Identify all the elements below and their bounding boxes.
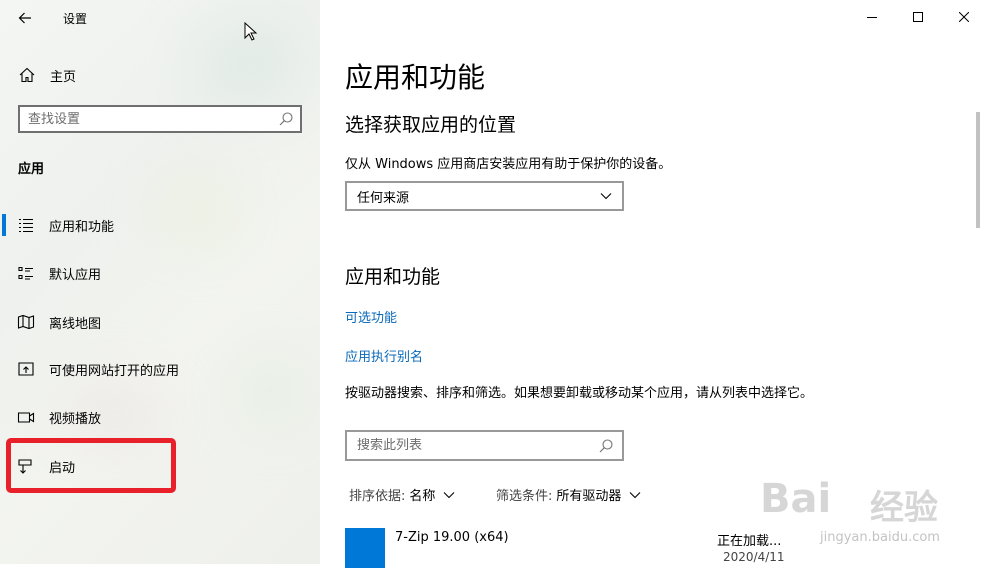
main-content: 应用和功能 选择获取应用的位置 仅从 Windows 应用商店安装应用有助于保护… [320, 0, 988, 568]
page-title: 应用和功能 [345, 61, 486, 94]
sidebar-item-home[interactable]: 主页 [0, 60, 320, 90]
optional-features-link[interactable]: 可选功能 [345, 307, 397, 326]
sort-key: 排序依据: [349, 489, 406, 504]
apps-description: 按驱动器搜索、排序和筛选。如果想要卸载或移动某个应用，请从列表中选择它。 [345, 386, 814, 401]
home-icon [19, 67, 35, 83]
app-icon [345, 528, 385, 568]
back-button[interactable] [8, 4, 42, 32]
app-list-search-box[interactable] [345, 430, 624, 461]
map-icon [17, 314, 35, 330]
sidebar-item-label: 启动 [49, 460, 76, 476]
dropdown-value: 任何来源 [357, 190, 410, 206]
filter-by-dropdown[interactable]: 筛选条件: 所有驱动器 [496, 485, 641, 504]
list-icon [19, 218, 33, 233]
filter-value: 所有驱动器 [556, 489, 622, 504]
app-status: 正在加载... [717, 534, 782, 549]
section-label: 应用 [18, 162, 45, 177]
maximize-button[interactable] [895, 0, 941, 34]
app-execution-alias-link[interactable]: 应用执行别名 [345, 346, 423, 365]
arrow-left-icon [18, 12, 31, 24]
minimize-button[interactable] [849, 0, 895, 34]
app-list-item[interactable]: 7-Zip 19.00 (x64) 正在加载... 2020/4/11 [320, 524, 988, 568]
home-label: 主页 [50, 69, 77, 85]
sidebar-item-label: 视频播放 [49, 411, 102, 427]
sidebar-item-offline-maps[interactable]: 离线地图 [0, 302, 320, 342]
sort-value: 名称 [409, 489, 436, 504]
sidebar-item-default-apps[interactable]: 默认应用 [0, 253, 320, 293]
close-icon [959, 12, 969, 22]
sidebar-item-label: 可使用网站打开的应用 [49, 363, 180, 379]
search-icon[interactable] [598, 438, 614, 454]
settings-search-input[interactable] [20, 111, 278, 127]
scrollbar-thumb[interactable] [976, 112, 980, 228]
video-icon [17, 412, 35, 423]
mouse-cursor-icon [244, 22, 258, 41]
sidebar-item-label: 应用和功能 [49, 219, 115, 235]
filter-key: 筛选条件: [496, 489, 553, 504]
sidebar-item-website-apps[interactable]: 可使用网站打开的应用 [0, 349, 320, 389]
search-icon[interactable] [278, 111, 294, 127]
sidebar-item-video-playback[interactable]: 视频播放 [0, 397, 320, 437]
install-source-description: 仅从 Windows 应用商店安装应用有助于保护你的设备。 [345, 157, 672, 172]
chevron-down-icon [630, 491, 641, 498]
chevron-down-icon [600, 193, 612, 200]
startup-icon [18, 459, 32, 474]
sidebar-item-apps-features[interactable]: 应用和功能 [0, 205, 320, 245]
minimize-icon [867, 17, 877, 18]
sort-by-dropdown[interactable]: 排序依据: 名称 [349, 485, 455, 504]
install-source-heading: 选择获取应用的位置 [345, 114, 517, 136]
app-date: 2020/4/11 [723, 550, 785, 564]
install-source-dropdown[interactable]: 任何来源 [345, 181, 624, 211]
window-title: 设置 [63, 12, 88, 26]
sidebar-item-startup[interactable]: 启动 [0, 446, 320, 486]
app-name: 7-Zip 19.00 (x64) [395, 530, 509, 545]
settings-search-box[interactable] [18, 105, 302, 133]
sidebar-item-label: 离线地图 [49, 316, 102, 332]
close-button[interactable] [941, 0, 987, 34]
app-list-search-input[interactable] [347, 438, 598, 453]
sidebar: 设置 主页 应用 应用和功能 默认应用 离线地图 [0, 0, 320, 564]
website-app-icon [18, 362, 34, 376]
sidebar-item-label: 默认应用 [49, 267, 102, 283]
maximize-icon [913, 12, 923, 22]
chevron-down-icon [444, 491, 455, 498]
apps-features-heading: 应用和功能 [345, 266, 441, 288]
default-apps-icon [18, 266, 33, 280]
